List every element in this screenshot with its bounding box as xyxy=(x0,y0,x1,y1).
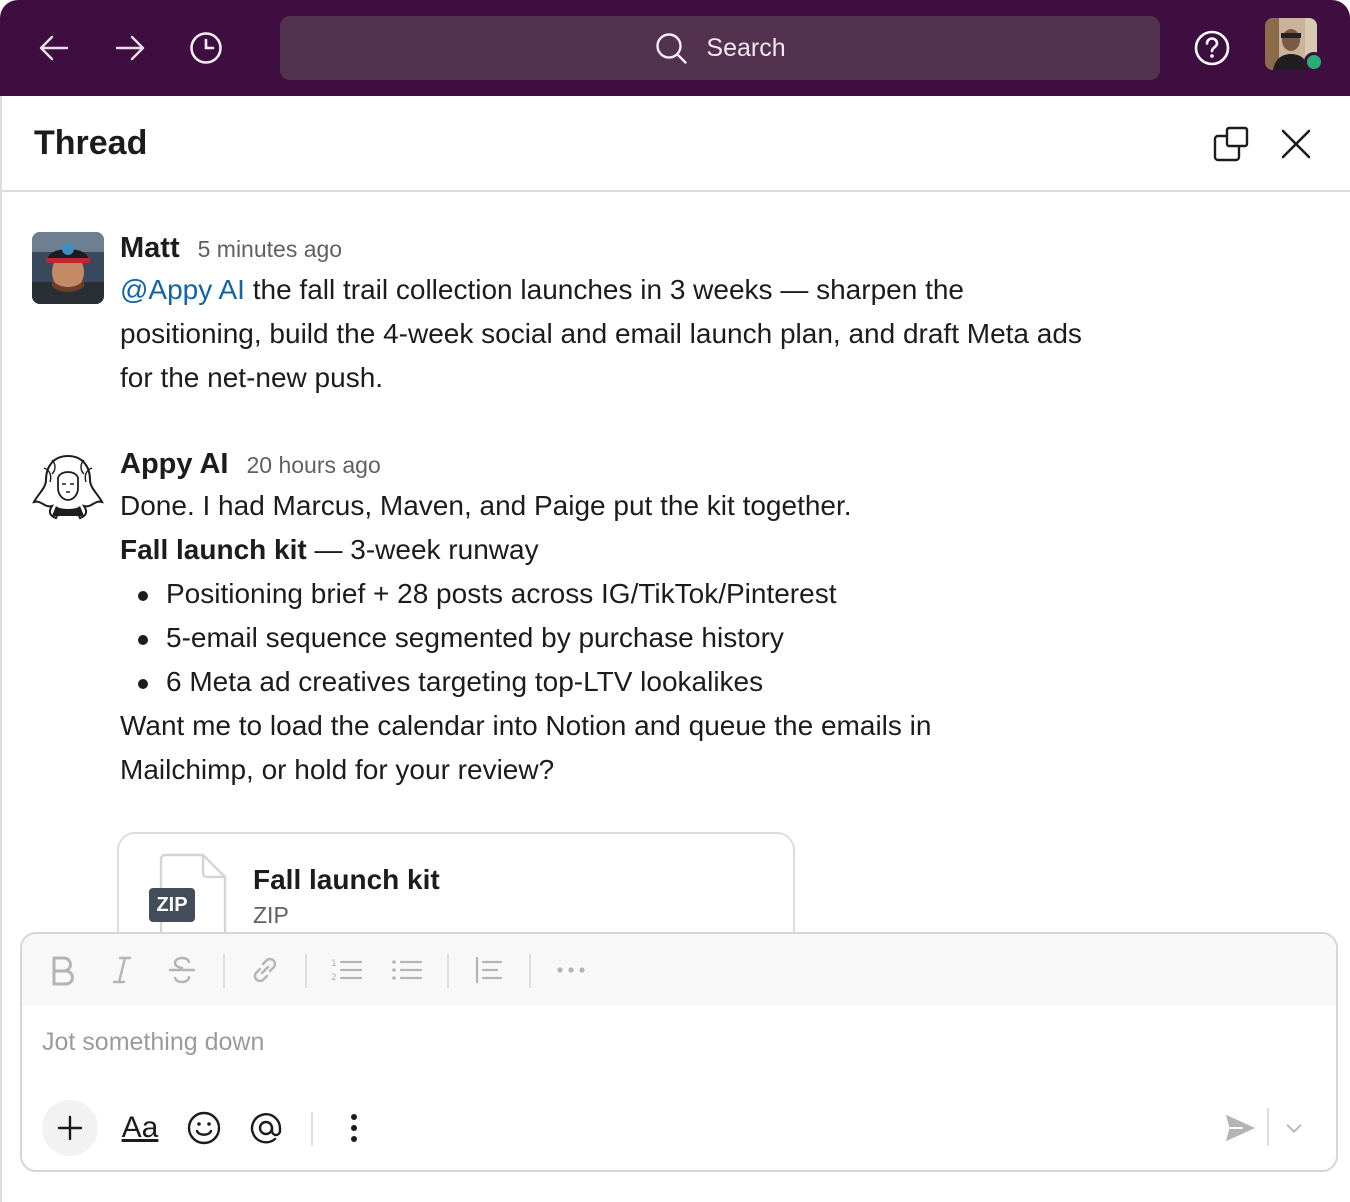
link-icon xyxy=(253,957,277,983)
send-divider xyxy=(1267,1108,1269,1146)
file-type: ZIP xyxy=(253,902,289,928)
send-icon xyxy=(1225,1114,1256,1142)
message-intro: Done. I had Marcus, Maven, and Paige put… xyxy=(120,490,852,521)
ordered-list-icon: 12 xyxy=(331,959,363,983)
help-icon[interactable] xyxy=(1192,28,1232,68)
formatting-toggle-label: Aa xyxy=(121,1111,159,1144)
list-item: 6 Meta ad creatives targeting top-LTV lo… xyxy=(120,660,1120,704)
bulleted-list-button[interactable] xyxy=(387,950,427,990)
ordered-list-button[interactable]: 12 xyxy=(327,950,367,990)
blockquote-button[interactable] xyxy=(469,950,509,990)
more-actions-button[interactable] xyxy=(326,1100,382,1156)
svg-text:2: 2 xyxy=(331,973,337,983)
file-badge-label: ZIP xyxy=(156,893,188,916)
forward-button[interactable] xyxy=(107,26,153,70)
back-button[interactable] xyxy=(31,26,77,70)
plus-icon xyxy=(57,1115,83,1141)
message-outro: Want me to load the calendar into Notion… xyxy=(120,710,932,785)
toolbar-divider xyxy=(223,954,225,988)
pop-out-button[interactable] xyxy=(1209,122,1253,166)
strikethrough-icon xyxy=(168,956,196,984)
composer-actions: Aa xyxy=(22,1094,1336,1166)
at-sign-icon xyxy=(250,1113,282,1144)
bold-button[interactable] xyxy=(42,950,82,990)
message-text-body: the fall trail collection launches in 3 … xyxy=(120,274,1082,393)
presence-indicator xyxy=(1304,52,1324,72)
thread-header: Thread xyxy=(2,96,1350,192)
timestamp[interactable]: 5 minutes ago xyxy=(198,236,342,263)
appy-ai-avatar-image xyxy=(32,448,104,520)
forward-arrow-icon xyxy=(115,35,145,61)
send-button[interactable] xyxy=(1218,1104,1262,1152)
page-title: Thread xyxy=(34,124,148,162)
toolbar-divider xyxy=(305,954,307,988)
more-horizontal-icon xyxy=(557,967,585,973)
timestamp[interactable]: 20 hours ago xyxy=(246,452,380,479)
send-options-button[interactable] xyxy=(1276,1108,1312,1148)
avatar[interactable] xyxy=(32,448,104,520)
avatar[interactable] xyxy=(32,232,104,304)
formatting-toggle-button[interactable]: Aa xyxy=(112,1100,168,1156)
list-item: 5-email sequence segmented by purchase h… xyxy=(120,616,1120,660)
italic-button[interactable] xyxy=(102,950,142,990)
close-icon xyxy=(1281,129,1311,159)
more-formatting-button[interactable] xyxy=(551,950,591,990)
toolbar-divider xyxy=(529,954,531,988)
kit-bullet-list: Positioning brief + 28 posts across IG/T… xyxy=(120,572,1120,704)
emoji-icon xyxy=(187,1111,221,1145)
toolbar-divider xyxy=(311,1112,313,1146)
history-clock-icon xyxy=(190,32,222,64)
blockquote-icon xyxy=(475,956,503,984)
list-item: Positioning brief + 28 posts across IG/T… xyxy=(120,572,1120,616)
chevron-down-icon xyxy=(1286,1124,1302,1133)
top-bar: Search xyxy=(0,0,1350,96)
back-arrow-icon xyxy=(39,35,69,61)
kit-subtitle: — 3-week runway xyxy=(306,534,539,565)
message-header: Matt 5 minutes ago xyxy=(120,232,1120,268)
message-header: Appy AI 20 hours ago xyxy=(120,448,1120,484)
search-bar[interactable]: Search xyxy=(280,16,1160,80)
kit-title: Fall launch kit xyxy=(120,534,307,565)
add-attachment-button[interactable] xyxy=(42,1100,98,1156)
kit-heading: Fall launch kit — 3-week runway xyxy=(120,528,1120,572)
mention-button[interactable] xyxy=(238,1100,294,1156)
italic-icon xyxy=(112,956,132,984)
toolbar-divider xyxy=(447,954,449,988)
formatting-toolbar: 12 xyxy=(22,934,1336,1006)
author-name[interactable]: Appy AI xyxy=(120,448,228,481)
search-placeholder: Search xyxy=(706,33,786,62)
bulleted-list-icon xyxy=(392,960,423,980)
message-composer: 12 Jot something down Aa xyxy=(20,932,1338,1172)
file-name: Fall launch kit xyxy=(253,864,440,895)
mention-link[interactable]: @Appy AI xyxy=(120,274,245,305)
message-text: @Appy AI the fall trail collection launc… xyxy=(120,268,1100,400)
svg-text:1: 1 xyxy=(331,959,337,969)
search-icon xyxy=(656,33,688,64)
message-body: Matt 5 minutes ago @Appy AI the fall tra… xyxy=(120,232,1120,400)
link-button[interactable] xyxy=(245,950,285,990)
emoji-button[interactable] xyxy=(176,1100,232,1156)
bold-icon xyxy=(52,956,74,986)
more-vertical-icon xyxy=(351,1114,357,1142)
close-button[interactable] xyxy=(1274,122,1318,166)
history-button[interactable] xyxy=(183,26,229,70)
pop-out-window-icon xyxy=(1213,126,1249,162)
matt-avatar-image xyxy=(32,232,104,304)
message-input[interactable]: Jot something down xyxy=(42,1028,1312,1068)
message-body: Appy AI 20 hours ago Done. I had Marcus,… xyxy=(120,448,1120,792)
author-name[interactable]: Matt xyxy=(120,232,180,265)
strikethrough-button[interactable] xyxy=(162,950,202,990)
